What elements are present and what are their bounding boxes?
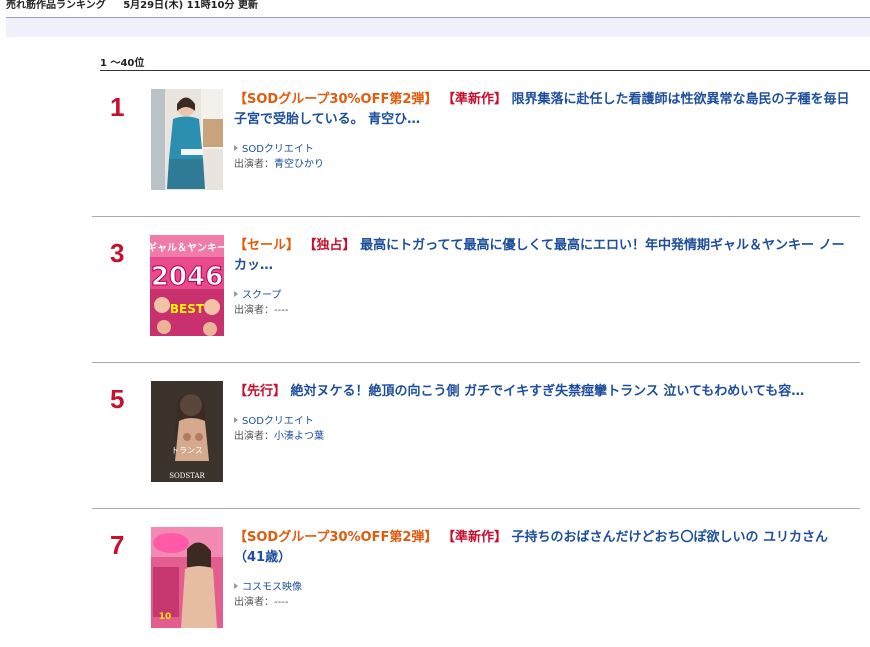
cast-info: 出演者：---- bbox=[234, 597, 289, 608]
product-thumbnail[interactable]: 10 bbox=[151, 527, 223, 628]
arrow-icon bbox=[234, 417, 238, 423]
rank-range-label: 1 〜40位 bbox=[100, 54, 870, 71]
arrow-icon bbox=[234, 145, 238, 151]
product-title[interactable]: 【SODグループ30%OFF第2弾】 【準新作】 子持ちのおばさんだけどおち〇ぽ… bbox=[234, 528, 856, 568]
maker-link[interactable]: コスモス映像 bbox=[234, 578, 302, 593]
rank-number: 7 bbox=[110, 530, 125, 560]
update-time: 5月29日(木) 11時10分 更新 bbox=[123, 0, 258, 11]
page-header: 売れ筋作品ランキング 5月29日(木) 11時10分 更新 bbox=[6, 0, 870, 18]
tag-status: 【準新作】 bbox=[441, 92, 507, 107]
maker-link[interactable]: SODクリエイト bbox=[234, 140, 314, 155]
product-thumbnail[interactable]: ギャル＆ヤンキー 2046 BEST bbox=[150, 235, 224, 336]
product-thumbnail[interactable] bbox=[151, 89, 223, 190]
tag-status: 【先行】 bbox=[234, 384, 287, 399]
tag-status: 【準新作】 bbox=[441, 530, 507, 545]
rank-number: 1 bbox=[110, 92, 125, 122]
arrow-icon bbox=[234, 583, 238, 589]
thumb-text: SODSTAR bbox=[169, 472, 205, 480]
maker-link[interactable]: スクープ bbox=[234, 286, 281, 301]
thumb-text: BEST bbox=[170, 302, 205, 316]
ranking-item: 3 ギャル＆ヤンキー 2046 BEST 【セール】 【独占】 最高にトガってて… bbox=[92, 234, 860, 363]
arrow-icon bbox=[234, 291, 238, 297]
rank-number: 3 bbox=[110, 238, 125, 268]
product-title[interactable]: 【セール】 【独占】 最高にトガってて最高に優しくて最高にエロい！年中発情期ギャ… bbox=[234, 236, 856, 276]
thumb-text: 2046 bbox=[151, 262, 223, 292]
cast-link[interactable]: 青空ひかり bbox=[274, 159, 324, 170]
title-text: 絶対ヌケる！絶頂の向こう側 ガチでイキすぎ失禁痙攣トランス 泣いてもわめいても容… bbox=[290, 384, 805, 399]
cast-info: 出演者：---- bbox=[234, 305, 289, 316]
product-title[interactable]: 【SODグループ30%OFF第2弾】 【準新作】 限界集落に赴任した看護師は性欲… bbox=[234, 90, 856, 130]
cast-info: 出演者：小湊よつ葉 bbox=[234, 431, 324, 442]
thumb-text: トランス bbox=[171, 446, 203, 455]
cast-info: 出演者：青空ひかり bbox=[234, 159, 324, 170]
tag-sale: 【セール】 bbox=[234, 238, 300, 253]
tag-sale: 【SODグループ30%OFF第2弾】 bbox=[234, 92, 438, 107]
ranking-item: 7 10 【SODグループ30%OFF第2弾】 【準新作】 子持ちのおばさんだけ… bbox=[92, 526, 860, 636]
tag-sale: 【SODグループ30%OFF第2弾】 bbox=[234, 530, 438, 545]
thumb-text: 10 bbox=[159, 612, 172, 622]
tag-status: 【独占】 bbox=[303, 238, 356, 253]
header-band bbox=[6, 18, 870, 37]
ranking-title: 売れ筋作品ランキング bbox=[6, 0, 106, 11]
cast-value: ---- bbox=[274, 597, 289, 608]
product-thumbnail[interactable]: トランス SODSTAR bbox=[151, 381, 223, 482]
cast-link[interactable]: 小湊よつ葉 bbox=[274, 431, 324, 442]
maker-link[interactable]: SODクリエイト bbox=[234, 412, 314, 427]
product-title[interactable]: 【先行】 絶対ヌケる！絶頂の向こう側 ガチでイキすぎ失禁痙攣トランス 泣いてもわ… bbox=[234, 382, 856, 402]
rank-number: 5 bbox=[110, 384, 125, 414]
cast-value: ---- bbox=[274, 305, 289, 316]
thumb-text: ギャル＆ヤンキー bbox=[150, 241, 224, 254]
ranking-item: 1 【SODグループ30%OFF第2弾】 【準新作】 限界集落に赴任した看護師は… bbox=[92, 88, 860, 217]
ranking-item: 5 トランス SODSTAR 【先行】 絶対ヌケる！絶頂の向こう側 ガチでイキす… bbox=[92, 380, 860, 509]
